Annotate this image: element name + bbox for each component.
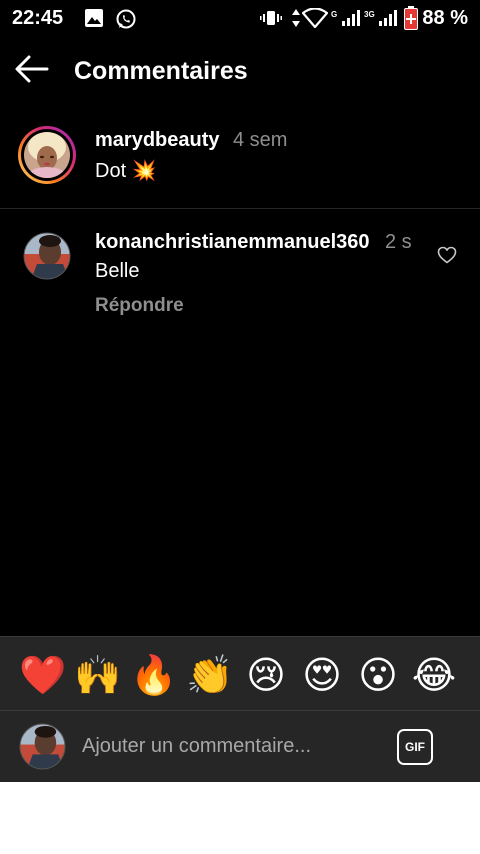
like-button[interactable] <box>437 246 457 264</box>
svg-text:G: G <box>331 10 337 19</box>
gif-button[interactable]: GIF <box>397 729 433 765</box>
avatar[interactable] <box>23 232 71 280</box>
comment-time: 2 s <box>385 231 412 253</box>
avatar <box>24 132 70 178</box>
comment-input[interactable]: Ajouter un commentaire... <box>82 735 311 758</box>
battery-charging-icon <box>404 6 418 30</box>
comment-time: 4 sem <box>233 129 288 151</box>
caption-divider <box>0 208 480 209</box>
current-user-avatar <box>19 723 66 770</box>
comment-item: konanchristianemmanuel360 2 s Belle Répo… <box>0 222 480 332</box>
emoji-bar: ❤️ 🙌 🔥 👏 😢 😍 😮 😂 <box>0 636 480 710</box>
avatar-story-ring[interactable] <box>18 126 76 184</box>
svg-text:3G: 3G <box>364 10 375 19</box>
reply-button[interactable]: Répondre <box>95 295 184 317</box>
wifi-icon <box>302 8 328 28</box>
caption-comment: marydbeauty 4 sem Dot 💥 <box>0 120 480 208</box>
whatsapp-icon <box>116 9 136 29</box>
page-title: Commentaires <box>74 57 248 85</box>
emoji-raising-hands-button[interactable]: 🙌 <box>74 653 122 697</box>
comment-username[interactable]: konanchristianemmanuel360 <box>95 231 370 254</box>
comment-text: Dot 💥 <box>95 160 157 182</box>
status-bar: 22:45 G 3G 88 % <box>0 0 480 36</box>
battery-percentage: 88 % <box>422 7 468 29</box>
back-button[interactable] <box>14 54 58 90</box>
image-icon <box>85 9 103 27</box>
signal-icon: G <box>331 10 360 26</box>
comment-input-bar: Ajouter un commentaire... GIF <box>0 710 480 782</box>
emoji-crying-button[interactable]: 😢 <box>242 653 290 697</box>
header: Commentaires <box>0 44 480 100</box>
avatar-image <box>23 232 71 280</box>
emoji-fire-button[interactable]: 🔥 <box>130 653 178 697</box>
status-time: 22:45 <box>12 7 64 29</box>
bottom-blank-area <box>0 782 480 854</box>
data-arrows-icon <box>292 9 300 27</box>
comment-username[interactable]: marydbeauty <box>95 129 220 152</box>
arrow-left-icon <box>15 55 49 83</box>
signal-3g-icon: 3G <box>364 10 397 26</box>
emoji-heart-button[interactable]: ❤️ <box>19 653 67 697</box>
emoji-clapping-button[interactable]: 👏 <box>186 653 234 697</box>
comments-screen: 22:45 G 3G 88 % Commentaires marydbeauty… <box>0 0 480 782</box>
comment-text: Belle <box>95 260 140 282</box>
emoji-surprised-button[interactable]: 😮 <box>354 653 402 697</box>
emoji-heart-eyes-button[interactable]: 😍 <box>298 653 346 697</box>
heart-outline-icon <box>437 246 457 264</box>
avatar-image <box>19 723 66 770</box>
vibrate-icon <box>260 11 282 25</box>
emoji-laughing-button[interactable]: 😂 <box>410 653 458 697</box>
